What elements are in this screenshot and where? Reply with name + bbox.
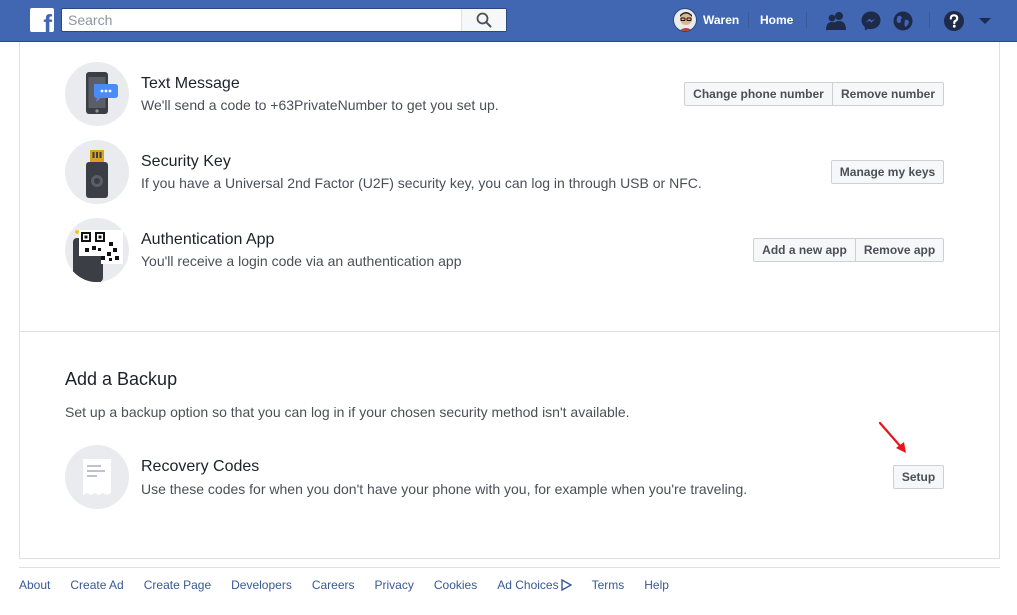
footer-link-about[interactable]: About: [19, 577, 50, 593]
usb-key-icon: [65, 140, 129, 204]
footer-links: About Create Ad Create Page Developers C…: [19, 577, 689, 593]
search-input[interactable]: [62, 9, 462, 31]
search-button[interactable]: [461, 9, 506, 31]
footer-link-developers[interactable]: Developers: [231, 577, 292, 593]
ad-choices-icon: [560, 579, 572, 591]
remove-app-button[interactable]: Remove app: [856, 238, 944, 262]
section-divider: [19, 331, 1000, 332]
authentication-app-title: Authentication App: [141, 231, 275, 248]
friends-icon[interactable]: [824, 9, 848, 33]
nav-divider: [806, 12, 807, 28]
recovery-codes-description: Use these codes for when you don't have …: [141, 481, 748, 497]
footer-link-help[interactable]: Help: [644, 577, 669, 593]
document-icon: [65, 445, 129, 509]
footer-link-careers[interactable]: Careers: [312, 577, 355, 593]
search-icon: [476, 12, 492, 28]
phone-icon: [65, 62, 129, 126]
footer-link-create-page[interactable]: Create Page: [144, 577, 211, 593]
text-message-title: Text Message: [141, 75, 240, 92]
nav-divider: [929, 12, 930, 28]
footer-link-create-ad[interactable]: Create Ad: [70, 577, 123, 593]
footer-link-privacy[interactable]: Privacy: [375, 577, 414, 593]
setup-recovery-codes-button[interactable]: Setup: [893, 465, 944, 489]
qr-code-phone-icon: [65, 218, 129, 282]
facebook-logo[interactable]: f: [30, 8, 54, 32]
footer-link-ad-choices[interactable]: Ad Choices: [497, 577, 572, 593]
recovery-codes-title: Recovery Codes: [141, 458, 260, 475]
messenger-icon[interactable]: [859, 9, 883, 33]
authentication-app-description: You'll receive a login code via an authe…: [141, 253, 462, 269]
text-message-actions: Change phone number Remove number: [684, 82, 944, 106]
top-navigation-bar: f Waren Home: [0, 0, 1017, 42]
text-message-description: We'll send a code to +63PrivateNumber to…: [141, 97, 499, 113]
authentication-app-actions: Add a new app Remove app: [753, 238, 944, 262]
add-backup-description: Set up a backup option so that you can l…: [65, 404, 630, 420]
nav-divider: [748, 12, 749, 28]
add-backup-heading: Add a Backup: [65, 369, 178, 389]
remove-number-button[interactable]: Remove number: [833, 82, 944, 106]
annotation-arrow-icon: [878, 421, 906, 453]
avatar: [673, 8, 697, 32]
notifications-globe-icon[interactable]: [891, 9, 915, 33]
profile-link[interactable]: Waren: [673, 8, 739, 32]
menu-chevron-icon[interactable]: [973, 9, 997, 33]
security-key-title: Security Key: [141, 153, 231, 170]
footer-link-cookies[interactable]: Cookies: [434, 577, 477, 593]
help-icon[interactable]: [942, 9, 966, 33]
footer-divider: [19, 567, 1000, 568]
home-link[interactable]: Home: [760, 13, 793, 27]
ad-choices-label: Ad Choices: [497, 578, 559, 592]
add-new-app-button[interactable]: Add a new app: [753, 238, 856, 262]
facebook-logo-letter: f: [43, 9, 52, 32]
security-key-description: If you have a Universal 2nd Factor (U2F)…: [141, 175, 702, 191]
manage-my-keys-button[interactable]: Manage my keys: [831, 160, 944, 184]
footer-link-terms[interactable]: Terms: [592, 577, 625, 593]
change-phone-number-button[interactable]: Change phone number: [684, 82, 833, 106]
search-box: [61, 8, 507, 32]
profile-name: Waren: [703, 13, 740, 27]
